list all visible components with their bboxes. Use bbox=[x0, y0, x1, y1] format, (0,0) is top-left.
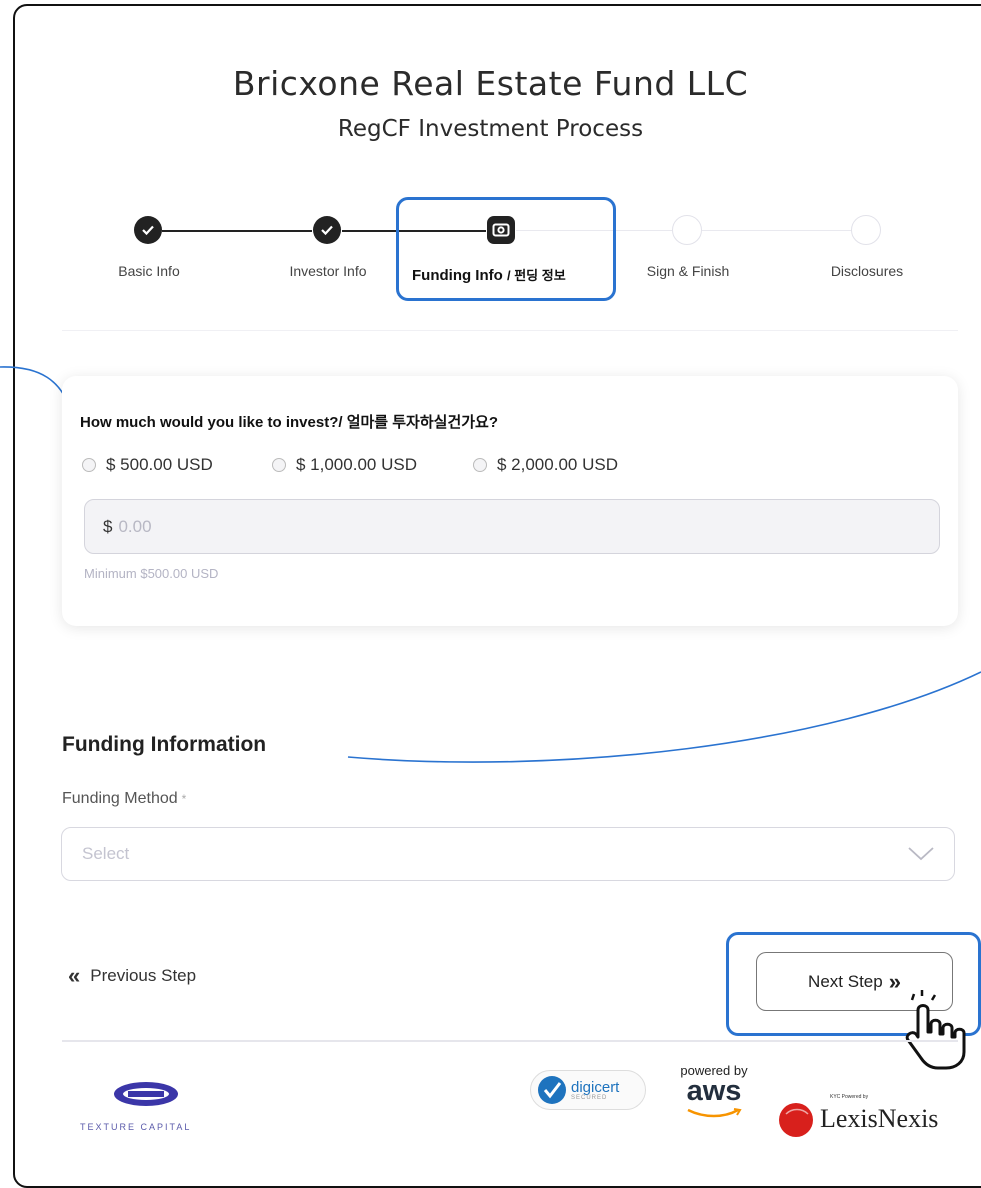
currency-symbol: $ bbox=[103, 516, 113, 536]
radio-button[interactable] bbox=[272, 458, 286, 472]
funding-section-title: Funding Information bbox=[62, 733, 267, 756]
amount-input[interactable]: $ 0.00 bbox=[84, 499, 940, 554]
digicert-label: digicert bbox=[571, 1078, 620, 1096]
hand-pointer-icon bbox=[905, 990, 966, 1070]
aws-logo: powered by aws bbox=[672, 1064, 756, 1122]
lexisnexis-wordmark: LexisNexis bbox=[820, 1104, 939, 1133]
radio-button[interactable] bbox=[82, 458, 96, 472]
invest-question: How much would you like to invest?/ 얼마를 … bbox=[80, 414, 499, 431]
required-mark: * bbox=[181, 792, 187, 806]
radio-label: $ 2,000.00 USD bbox=[497, 455, 618, 474]
texture-capital-logo-icon bbox=[114, 1082, 178, 1106]
digicert-check-icon bbox=[538, 1076, 566, 1104]
previous-step-label: Previous Step bbox=[90, 966, 197, 985]
funding-method-label: Funding Method * bbox=[62, 790, 186, 808]
double-chevron-left-icon: « bbox=[68, 963, 81, 988]
aws-wordmark: aws bbox=[686, 1075, 742, 1107]
lexisnexis-small-text: KYC Powered by bbox=[830, 1094, 869, 1100]
radio-button[interactable] bbox=[473, 458, 487, 472]
radio-option-1000[interactable]: $ 1,000.00 USD bbox=[272, 455, 417, 475]
texture-capital-logo: TEXTURE CAPITAL bbox=[80, 1080, 210, 1132]
chevron-down-icon bbox=[908, 847, 934, 861]
lexisnexis-ball-icon bbox=[779, 1103, 813, 1137]
select-placeholder: Select bbox=[82, 844, 130, 863]
radio-label: $ 500.00 USD bbox=[106, 455, 213, 474]
radio-option-500[interactable]: $ 500.00 USD bbox=[82, 455, 213, 475]
next-step-label: Next Step bbox=[808, 971, 883, 991]
funding-method-select[interactable]: Select bbox=[61, 827, 955, 881]
footer-divider bbox=[62, 1040, 958, 1042]
aws-smile-icon bbox=[687, 1108, 742, 1118]
radio-option-2000[interactable]: $ 2,000.00 USD bbox=[473, 455, 618, 475]
amount-placeholder: 0.00 bbox=[118, 516, 152, 536]
minimum-hint: Minimum $500.00 USD bbox=[84, 566, 219, 581]
radio-label: $ 1,000.00 USD bbox=[296, 455, 417, 474]
digicert-badge: digicert SECURED bbox=[530, 1070, 646, 1110]
annotation-curve-right bbox=[347, 671, 981, 763]
funding-method-label-text: Funding Method bbox=[62, 790, 178, 807]
texture-capital-text: TEXTURE CAPITAL bbox=[80, 1122, 192, 1132]
previous-step-link[interactable]: « Previous Step bbox=[68, 963, 197, 988]
